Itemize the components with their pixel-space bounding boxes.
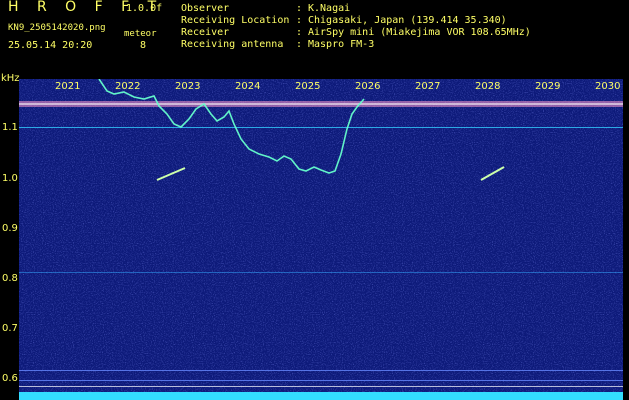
info-key-receiver: Receiver [181,27,230,38]
meteor-count: 8 [140,40,147,51]
noise-floor [19,392,623,400]
timestamp-label: 25.05.14 20:20 [8,40,93,51]
x-tick-label: 2030 [595,81,621,92]
reference-line [19,127,623,128]
reference-line [19,380,623,381]
x-tick-label: 2022 [115,81,141,92]
x-tick-label: 2023 [175,81,201,92]
info-key-antenna: Receiving antenna [181,39,284,50]
info-value-location: Chigasaki, Japan (139.414 35.340) [308,15,507,26]
info-separator: : [296,27,303,38]
info-separator: : [296,15,303,26]
info-separator: : [296,39,303,50]
y-tick-label: 1.1 [2,122,18,133]
info-value-receiver: AirSpy mini (Miakejima VOR 108.65MHz) [308,27,531,38]
carrier-line [19,103,623,105]
info-key-location: Receiving Location [181,15,290,26]
info-key-observer: Observer [181,3,230,14]
y-tick-label: 0.9 [2,223,18,234]
x-tick-label: 2029 [535,81,561,92]
version-label: 1.0.0f [126,3,163,14]
reference-line [19,386,623,387]
y-tick-label: 0.6 [2,373,18,384]
x-tick-label: 2025 [295,81,321,92]
info-value-antenna: Maspro FM-3 [308,39,375,50]
y-tick-label: 0.7 [2,323,18,334]
x-tick-label: 2026 [355,81,381,92]
info-value-observer: K.Nagai [308,3,351,14]
x-tick-label: 2027 [415,81,441,92]
spectrogram-canvas [19,79,623,400]
info-separator: : [296,3,303,14]
y-tick-label: 0.8 [2,273,18,284]
spectrogram-plot [19,79,623,400]
reference-line [19,272,623,273]
frequency-unit-label: kHz [1,73,20,84]
x-tick-label: 2024 [235,81,261,92]
filename-label: KN9_2505142020.png [8,23,106,33]
meteor-label: meteor [124,29,157,39]
x-tick-label: 2028 [475,81,501,92]
reference-line [19,370,623,371]
y-tick-label: 1.0 [2,173,18,184]
x-tick-label: 2021 [55,81,81,92]
